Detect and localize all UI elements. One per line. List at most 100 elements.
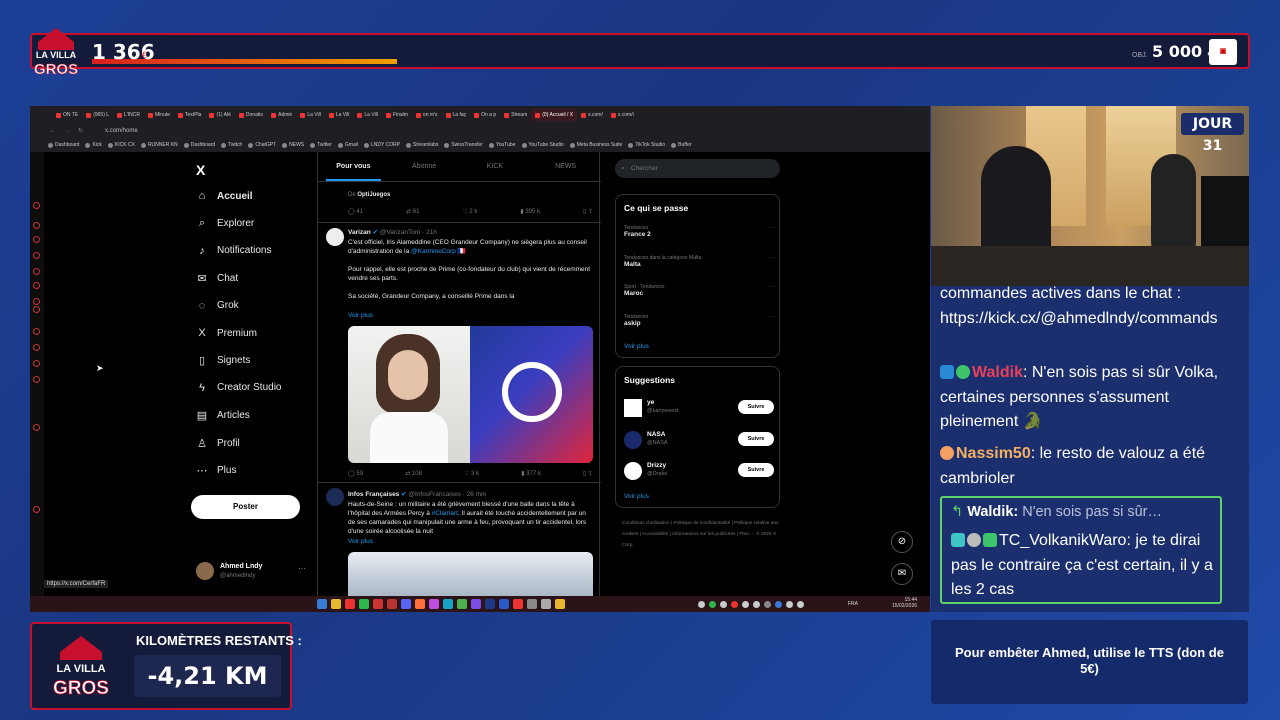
browser-tab[interactable]: On a p [470, 109, 500, 121]
bookmark-item[interactable]: Gmail [337, 142, 358, 148]
grok-fab-icon[interactable]: ⊘ [891, 531, 913, 553]
bookmark-item[interactable]: Buffer [671, 142, 691, 148]
nav-item-profil[interactable]: ♙ Profil [196, 437, 240, 450]
bookmark-label[interactable]: Buffer [678, 142, 691, 148]
side-panel-app-icon[interactable] [33, 344, 40, 351]
suggestions-show-more[interactable]: Voir plus [624, 493, 649, 500]
bookmark-item[interactable]: ChatGPT [248, 142, 276, 148]
tab-label[interactable]: La faç [453, 109, 467, 121]
trend-item[interactable]: Tendances France 2 ··· [624, 225, 774, 238]
bookmark-share-icons[interactable]: ▯ ⇪ [583, 208, 593, 215]
taskbar-app-icon[interactable] [485, 599, 495, 609]
taskbar-app-icon[interactable] [317, 599, 327, 609]
browser-tab[interactable]: Donatio [235, 109, 267, 121]
bookmark-item[interactable]: LNDY CORP [363, 142, 400, 148]
nav-item-label[interactable]: Grok [217, 300, 239, 311]
browser-tab[interactable]: ON TE [52, 109, 82, 121]
tweet-action[interactable]: ⇄ 108 [405, 470, 422, 477]
nav-item-accueil[interactable]: ⌂ Accueil [196, 190, 253, 202]
bookmark-item[interactable]: Dashboard [48, 142, 79, 148]
tweet-action[interactable]: ♡ 3 k [464, 470, 479, 477]
more-icon[interactable]: ··· [768, 255, 774, 261]
tab-label[interactable]: Donatio [246, 109, 263, 121]
bookmark-label[interactable]: Gmail [345, 142, 358, 148]
side-panel-app-icon[interactable] [33, 222, 40, 229]
tweet-avatar[interactable] [326, 228, 344, 246]
tab-label[interactable]: On a p [481, 109, 496, 121]
nav-item-signets[interactable]: ▯ Signets [196, 354, 250, 367]
tab-label[interactable]: Stream [511, 109, 527, 121]
system-tray-icon[interactable] [764, 601, 771, 608]
nav-item-notifications[interactable]: ♪ Notifications [196, 245, 271, 257]
tab-label[interactable]: L'INCR [124, 109, 140, 121]
side-panel-app-icon[interactable] [33, 236, 40, 243]
show-more-link[interactable]: Voir plus [348, 312, 373, 319]
taskbar-app-icon[interactable] [345, 599, 355, 609]
taskbar-app-icon[interactable] [331, 599, 341, 609]
system-tray-icon[interactable] [786, 601, 793, 608]
system-tray-icon[interactable] [742, 601, 749, 608]
show-more-link[interactable]: Voir plus [348, 538, 373, 545]
browser-tab[interactable]: Finalm [382, 109, 412, 121]
nav-item-label[interactable]: Creator Studio [217, 382, 281, 393]
bookmark-item[interactable]: Streamlabs [406, 142, 438, 148]
side-panel-app-icon[interactable] [33, 282, 40, 289]
nav-item-label[interactable]: Plus [217, 465, 236, 476]
suggestion-name[interactable]: NASA [647, 431, 665, 438]
feed-tab[interactable]: Abonné [389, 152, 460, 181]
browser-tab[interactable]: on m's [412, 109, 442, 121]
tweet-action[interactable]: ▮ 395 k [520, 208, 540, 215]
tab-label[interactable]: (965) L [93, 109, 109, 121]
messages-fab-icon[interactable]: ✉ [891, 563, 913, 585]
bookmark-label[interactable]: YouTube [496, 142, 516, 148]
follow-button[interactable]: Suivre [738, 431, 774, 446]
address-bar[interactable]: ← → ↻ x.com/home [30, 124, 930, 138]
tab-label[interactable]: La Vill [364, 109, 378, 121]
side-panel-app-icon[interactable] [33, 376, 40, 383]
nav-item-plus[interactable]: ⋯ Plus [196, 464, 237, 477]
browser-tab[interactable]: Stream [500, 109, 531, 121]
nav-item-articles[interactable]: ▤ Articles [196, 409, 250, 422]
nav-item-explorer[interactable]: ⌕ Explorer [196, 217, 254, 230]
account-name[interactable]: Ahmed Lndy [220, 563, 262, 570]
trend-item[interactable]: Tendances askip ··· [624, 314, 774, 327]
side-panel-app-icon[interactable] [33, 306, 40, 313]
tab-label[interactable]: TextPla [185, 109, 201, 121]
taskbar-app-icon[interactable] [387, 599, 397, 609]
suggestion-avatar[interactable] [624, 399, 642, 417]
bookmark-item[interactable]: Twitter [310, 142, 332, 148]
browser-tab[interactable]: Minute [144, 109, 174, 121]
nav-item-grok[interactable]: ◌ Grok [196, 300, 239, 312]
tab-label[interactable]: Minute [155, 109, 170, 121]
side-panel-app-icon[interactable] [33, 252, 40, 259]
post-button[interactable]: Poster [191, 495, 300, 519]
taskbar-app-icon[interactable] [541, 599, 551, 609]
side-panel-app-icon[interactable] [33, 202, 40, 209]
system-tray-icon[interactable] [720, 601, 727, 608]
taskbar-app-icon[interactable] [415, 599, 425, 609]
bookmark-label[interactable]: ChatGPT [255, 142, 276, 148]
feed-tab[interactable]: KICK [460, 152, 531, 181]
bookmark-label[interactable]: LNDY CORP [371, 142, 400, 148]
reload-icon[interactable]: ↻ [78, 124, 83, 138]
back-icon[interactable]: ← [50, 124, 56, 138]
browser-tab[interactable]: Admin [267, 109, 296, 121]
bookmark-item[interactable]: Kick [85, 142, 102, 148]
browser-tab[interactable]: La Vill [353, 109, 382, 121]
more-icon[interactable]: ··· [768, 284, 774, 290]
nav-item-label[interactable]: Explorer [217, 218, 254, 229]
trend-name[interactable]: askip [624, 320, 774, 327]
bookmark-share-icons[interactable]: ▯ ⇪ [583, 470, 593, 477]
bookmark-item[interactable]: TikTok Studio [628, 142, 665, 148]
nav-item-label[interactable]: Chat [217, 273, 238, 284]
follow-button[interactable]: Suivre [738, 463, 774, 477]
more-icon[interactable]: ··· [768, 314, 774, 320]
system-tray-icon[interactable] [753, 601, 760, 608]
bookmark-item[interactable]: Dashboard [183, 142, 215, 148]
suggestion-avatar[interactable] [624, 430, 642, 449]
bookmark-label[interactable]: Meta Business Suite [577, 142, 623, 148]
taskbar-app-icon[interactable] [443, 599, 453, 609]
taskbar-clock[interactable]: 15:44 15/02/2026 [892, 597, 917, 609]
bookmark-item[interactable]: YouTube Studio [521, 142, 564, 148]
bookmark-item[interactable]: KICK CX [107, 142, 135, 148]
